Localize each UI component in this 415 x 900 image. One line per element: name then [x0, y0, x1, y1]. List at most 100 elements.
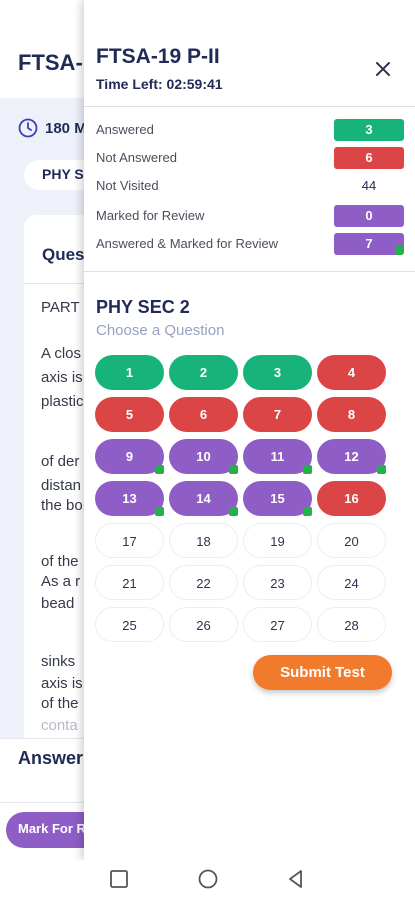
legend-label: Answered & Marked for Review	[96, 236, 279, 251]
question-number: 16	[344, 491, 359, 506]
test-title: FTSA-	[18, 50, 83, 75]
question-number: 20	[344, 534, 359, 549]
question-button-23[interactable]: 23	[243, 565, 312, 600]
question-number: 1	[125, 365, 134, 380]
question-button-1[interactable]: 1	[95, 355, 164, 390]
question-button-12[interactable]: 12	[317, 439, 386, 474]
question-button-13[interactable]: 13	[95, 481, 164, 516]
not-answered-count-badge: 6	[334, 147, 404, 169]
question-button-17[interactable]: 17	[95, 523, 164, 558]
question-button-28[interactable]: 28	[317, 607, 386, 642]
submit-test-button[interactable]: Submit Test	[253, 655, 392, 690]
question-text-line: the bo	[41, 497, 83, 514]
question-number: 10	[196, 449, 211, 464]
question-number: 19	[270, 534, 285, 549]
question-button-19[interactable]: 19	[243, 523, 312, 558]
question-number: 28	[344, 618, 359, 633]
question-button-21[interactable]: 21	[95, 565, 164, 600]
question-number: 21	[122, 576, 137, 591]
question-button-10[interactable]: 10	[169, 439, 238, 474]
question-number: 13	[122, 491, 137, 506]
question-number: 2	[199, 365, 208, 380]
answered-indicator-dot	[155, 507, 164, 516]
question-button-7[interactable]: 7	[243, 397, 312, 432]
question-number: 25	[122, 618, 137, 633]
question-number: 4	[347, 365, 356, 380]
question-number: 5	[125, 407, 134, 422]
question-button-18[interactable]: 18	[169, 523, 238, 558]
question-text-line: PART	[41, 299, 80, 316]
question-button-4[interactable]: 4	[317, 355, 386, 390]
drawer-title: FTSA-19 P-II	[96, 45, 220, 68]
question-number: 27	[270, 618, 285, 633]
not-visited-count-badge: 44	[334, 175, 404, 197]
test-duration: 180 M	[45, 120, 87, 137]
question-number: 24	[344, 576, 359, 591]
legend-divider	[84, 271, 415, 272]
question-text-line: plastic	[41, 393, 84, 410]
question-button-9[interactable]: 9	[95, 439, 164, 474]
answered-indicator-dot	[395, 246, 404, 255]
question-button-26[interactable]: 26	[169, 607, 238, 642]
question-text-line: axis is	[41, 369, 83, 386]
question-button-25[interactable]: 25	[95, 607, 164, 642]
question-text-line: distan	[41, 477, 82, 494]
question-card-title: Ques	[42, 245, 85, 264]
question-text-line: sinks	[41, 653, 76, 670]
question-number: 14	[196, 491, 211, 506]
question-button-22[interactable]: 22	[169, 565, 238, 600]
question-text-line: bead	[41, 595, 75, 612]
question-button-8[interactable]: 8	[317, 397, 386, 432]
answered-marked-count-badge: 7	[334, 233, 404, 255]
close-icon[interactable]	[372, 58, 394, 80]
question-button-5[interactable]: 5	[95, 397, 164, 432]
question-text-line: A clos	[41, 345, 82, 362]
question-text-line: of the	[41, 695, 79, 712]
answered-indicator-dot	[377, 465, 386, 474]
question-number: 17	[122, 534, 137, 549]
question-number: 6	[199, 407, 208, 422]
answered-indicator-dot	[155, 465, 164, 474]
answered-indicator-dot	[229, 465, 238, 474]
back-triangle-icon[interactable]	[285, 868, 307, 890]
question-button-20[interactable]: 20	[317, 523, 386, 558]
question-number: 12	[344, 449, 359, 464]
answered-count-badge: 3	[334, 119, 404, 141]
marked-count-badge: 0	[334, 205, 404, 227]
question-button-16[interactable]: 16	[317, 481, 386, 516]
legend-label: Not Answered	[96, 150, 177, 165]
home-circle-icon[interactable]	[197, 868, 219, 890]
answered-indicator-dot	[229, 507, 238, 516]
question-text-line: axis is	[41, 675, 83, 692]
answered-marked-count: 7	[365, 236, 373, 251]
legend-answered: Answered 3	[96, 119, 408, 141]
question-button-15[interactable]: 15	[243, 481, 312, 516]
clock-icon	[18, 118, 38, 138]
question-button-11[interactable]: 11	[243, 439, 312, 474]
question-button-24[interactable]: 24	[317, 565, 386, 600]
question-number: 15	[270, 491, 285, 506]
question-number: 3	[273, 365, 282, 380]
question-palette-drawer: FTSA-19 P-II Time Left: 02:59:41 Answere…	[84, 0, 415, 860]
question-button-3[interactable]: 3	[243, 355, 312, 390]
legend-not-visited: Not Visited 44	[96, 175, 408, 197]
question-button-27[interactable]: 27	[243, 607, 312, 642]
question-button-14[interactable]: 14	[169, 481, 238, 516]
question-button-6[interactable]: 6	[169, 397, 238, 432]
question-text-line: conta	[41, 717, 78, 734]
header-divider	[84, 106, 415, 107]
legend-label: Answered	[96, 122, 154, 137]
question-number: 7	[273, 407, 282, 422]
question-text-line: of the	[41, 553, 79, 570]
legend-answered-and-marked: Answered & Marked for Review 7	[96, 233, 408, 255]
question-number: 11	[270, 449, 285, 464]
question-number: 9	[125, 449, 134, 464]
question-number: 22	[196, 576, 211, 591]
recents-square-icon[interactable]	[108, 868, 130, 890]
answer-label: Answer	[18, 748, 84, 768]
question-button-2[interactable]: 2	[169, 355, 238, 390]
app-screen: FTSA- 180 M PHY S Ques PART A clos axis …	[0, 0, 415, 900]
question-text-line: of der	[41, 453, 80, 470]
answered-indicator-dot	[303, 465, 312, 474]
legend-not-answered: Not Answered 6	[96, 147, 408, 169]
